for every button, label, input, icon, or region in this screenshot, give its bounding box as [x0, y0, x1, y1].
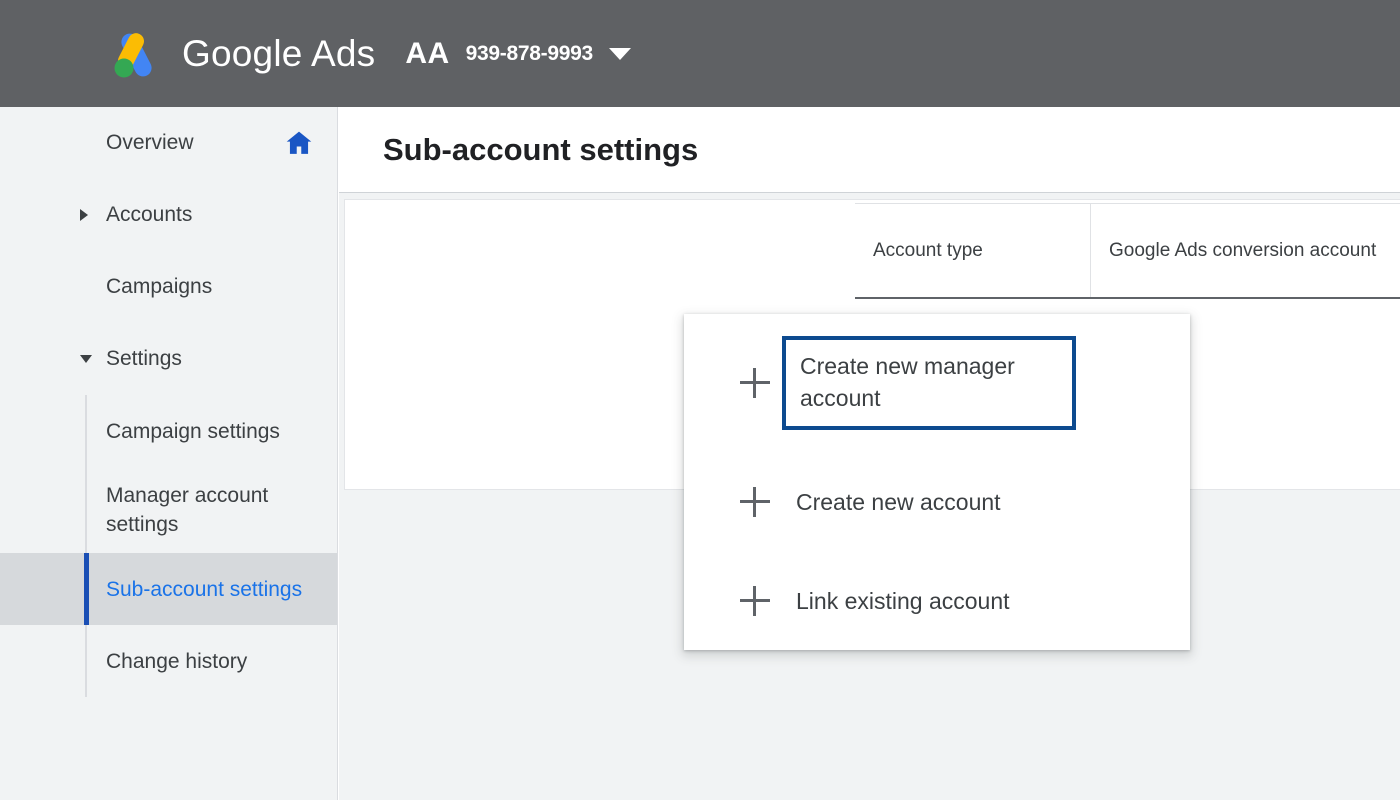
menu-item-create-new-manager-account[interactable]: Create new manager account	[684, 314, 1190, 452]
chevron-down-icon[interactable]	[608, 47, 631, 60]
brand-title: Google Ads	[182, 32, 376, 74]
menu-item-label: Create new manager account	[782, 336, 1076, 430]
menu-item-create-new-account[interactable]: Create new account	[684, 452, 1190, 552]
column-header-label: Google Ads conversion account	[1109, 239, 1377, 261]
sidebar-subitem-label: Manager account settings	[106, 484, 269, 536]
account-initials: AA	[405, 36, 450, 70]
top-bar: Google Ads AA 939-878-9993	[0, 0, 1400, 107]
sidebar-item-change-history[interactable]: Change history	[0, 625, 337, 697]
column-header-label: Account type	[873, 239, 983, 261]
google-ads-logo-icon	[104, 24, 164, 84]
sidebar-settings-subgroup: Campaign settings Manager account settin…	[0, 395, 337, 697]
home-icon[interactable]	[283, 127, 315, 159]
table-column-header-conversion-account[interactable]: Google Ads conversion account	[1091, 204, 1400, 297]
page-title: Sub-account settings	[383, 131, 699, 167]
sidebar-item-overview[interactable]: Overview	[0, 107, 337, 179]
table-column-header-account-type[interactable]: Account type	[855, 204, 1091, 297]
sidebar-subitem-label: Change history	[106, 649, 248, 673]
create-account-menu: Create new manager account Create new ac…	[684, 314, 1190, 650]
sidebar-item-campaign-settings[interactable]: Campaign settings	[0, 395, 337, 467]
sidebar: Overview Accounts Campaigns Settings Cam…	[0, 107, 338, 800]
menu-item-label: Link existing account	[796, 588, 1010, 614]
sidebar-item-settings[interactable]: Settings	[0, 323, 337, 395]
sidebar-subitem-label: Sub-account settings	[106, 577, 303, 601]
sidebar-item-manager-account-settings[interactable]: Manager account settings	[0, 467, 337, 553]
plus-icon	[740, 487, 770, 517]
account-number: 939-878-9993	[465, 41, 593, 65]
sidebar-subitem-label: Campaign settings	[106, 419, 280, 443]
sidebar-item-label: Campaigns	[106, 275, 213, 298]
menu-item-link-existing-account[interactable]: Link existing account	[684, 552, 1190, 650]
page-header: Sub-account settings	[339, 107, 1400, 193]
sidebar-item-label: Accounts	[106, 203, 193, 226]
sidebar-item-campaigns[interactable]: Campaigns	[0, 251, 337, 323]
table-header-row: Account type Google Ads conversion accou…	[855, 203, 1400, 299]
triangle-down-icon[interactable]	[80, 355, 92, 363]
main-content: Sub-account settings Account type Google…	[339, 107, 1400, 800]
sidebar-item-label: Overview	[106, 131, 194, 154]
sidebar-item-sub-account-settings[interactable]: Sub-account settings	[0, 553, 337, 625]
sidebar-item-accounts[interactable]: Accounts	[0, 179, 337, 251]
plus-icon	[740, 368, 770, 398]
triangle-right-icon[interactable]	[80, 209, 88, 221]
plus-icon	[740, 586, 770, 616]
sidebar-item-label: Settings	[106, 347, 182, 370]
menu-item-label: Create new account	[796, 489, 1001, 515]
app-root: Google Ads AA 939-878-9993 Overview Acco…	[0, 0, 1400, 800]
